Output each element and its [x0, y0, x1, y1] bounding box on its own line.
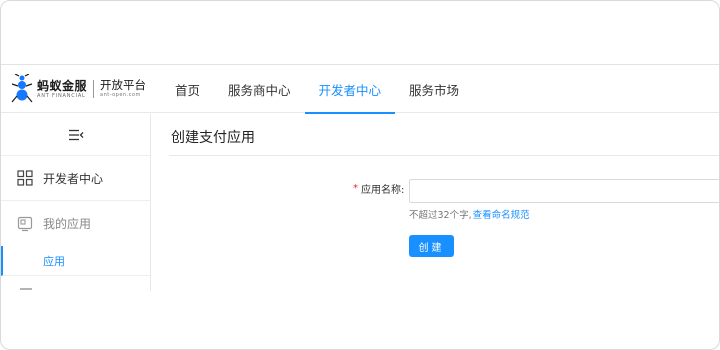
app-icon — [17, 216, 33, 231]
app-name-label-row: * 应用名称: — [353, 181, 404, 196]
nav-item-provider-center[interactable]: 服务商中心 — [214, 65, 305, 113]
brand-name: 蚂蚁金服 — [37, 78, 88, 93]
sidebar-item-my-apps[interactable]: 我的应用 — [1, 201, 150, 246]
brand-name-en: ANT FINANCIAL — [37, 92, 86, 99]
sidebar-subitem-apps[interactable]: 应用 — [1, 246, 150, 276]
sidebar-item-label: 开发者中心 — [43, 171, 104, 186]
page-title: 创建支付应用 — [171, 130, 255, 146]
sidebar-item-label: 我的应用 — [43, 217, 92, 231]
title-divider — [169, 155, 719, 156]
hint-text: 不超过32个字, — [409, 210, 472, 221]
browser-frame: 蚂蚁金服 ANT FINANCIAL 开放平台 ant-open.com 首页 … — [0, 0, 720, 350]
create-button[interactable]: 创建 — [409, 235, 454, 257]
app-name-label: 应用名称: — [361, 185, 405, 196]
sidebar: 开发者中心 我的应用 应用 — [1, 114, 151, 291]
top-nav: 首页 服务商中心 开发者中心 服务市场 — [161, 65, 473, 114]
nav-item-developer-center[interactable]: 开发者中心 — [304, 65, 396, 114]
menu-collapse-icon — [68, 129, 83, 140]
required-mark: * — [353, 183, 358, 194]
app-name-hint: 不超过32个字,查看命名规范 — [409, 207, 530, 221]
main-content: 创建支付应用 * 应用名称: 不超过32个字,查看命名规范 创建 — [152, 114, 719, 349]
platform-name: 开放平台 — [100, 77, 147, 92]
nav-item-service-market[interactable]: 服务市场 — [395, 65, 473, 113]
nav-item-home[interactable]: 首页 — [161, 65, 214, 113]
naming-rules-link[interactable]: 查看命名规范 — [473, 210, 530, 221]
ant-logo-icon — [11, 74, 33, 103]
top-header: 蚂蚁金服 ANT FINANCIAL 开放平台 ant-open.com 首页 … — [1, 65, 719, 114]
brand-logo[interactable]: 蚂蚁金服 ANT FINANCIAL 开放平台 ant-open.com — [11, 73, 146, 105]
app-name-input[interactable] — [409, 179, 719, 203]
top-blank-area — [1, 1, 719, 65]
logo-divider — [93, 80, 95, 98]
platform-domain: ant-open.com — [100, 92, 141, 99]
sidebar-toggle[interactable] — [1, 114, 150, 156]
grid-icon — [17, 170, 33, 186]
sidebar-item-developer-center[interactable]: 开发者中心 — [1, 156, 150, 201]
partial-item-icon — [20, 288, 32, 290]
sidebar-item-partial — [1, 276, 150, 291]
